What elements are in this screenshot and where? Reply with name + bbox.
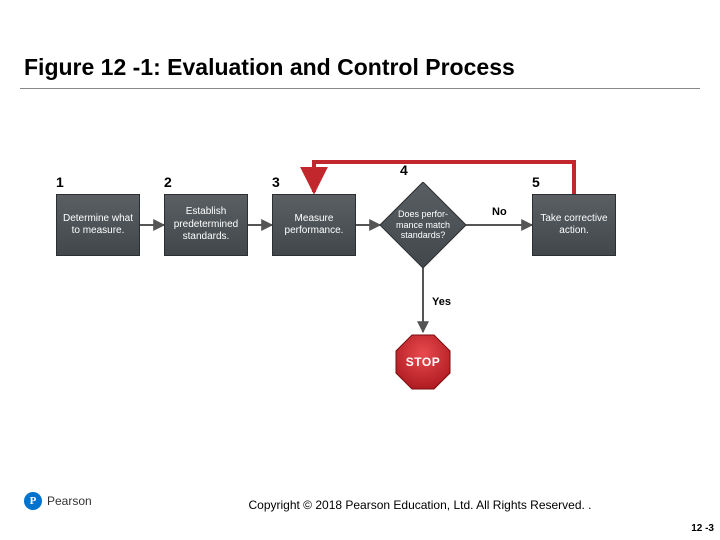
step-box-1: Determine what to measure. <box>56 194 140 256</box>
step-box-3: Measure performance. <box>272 194 356 256</box>
label-yes: Yes <box>432 296 451 308</box>
step-box-3-text: Measure performance. <box>277 213 351 238</box>
step-number-5: 5 <box>532 174 540 190</box>
copyright-text: Copyright © 2018 Pearson Education, Ltd.… <box>0 498 720 512</box>
stop-text: STOP <box>395 334 451 390</box>
step-number-4: 4 <box>400 162 408 178</box>
decision-diamond: Does perfor- mance match standards? <box>380 182 466 268</box>
flow-arrows <box>56 146 676 426</box>
step-box-5: Take corrective action. <box>532 194 616 256</box>
stop-sign: STOP <box>395 334 451 390</box>
page-number: 12 -3 <box>691 523 714 534</box>
flow-diagram: 1 2 3 4 5 Determine what to measure. Est… <box>56 146 676 426</box>
step-number-1: 1 <box>56 174 64 190</box>
step-number-3: 3 <box>272 174 280 190</box>
slide-title: Figure 12 -1: Evaluation and Control Pro… <box>24 54 515 81</box>
step-box-5-text: Take corrective action. <box>537 213 611 238</box>
decision-text: Does perfor- mance match standards? <box>380 182 466 268</box>
step-box-1-text: Determine what to measure. <box>61 213 135 238</box>
step-number-2: 2 <box>164 174 172 190</box>
label-no: No <box>492 206 507 218</box>
step-box-2-text: Establish predetermined standards. <box>169 206 243 244</box>
step-box-2: Establish predetermined standards. <box>164 194 248 256</box>
title-underline <box>20 88 700 89</box>
